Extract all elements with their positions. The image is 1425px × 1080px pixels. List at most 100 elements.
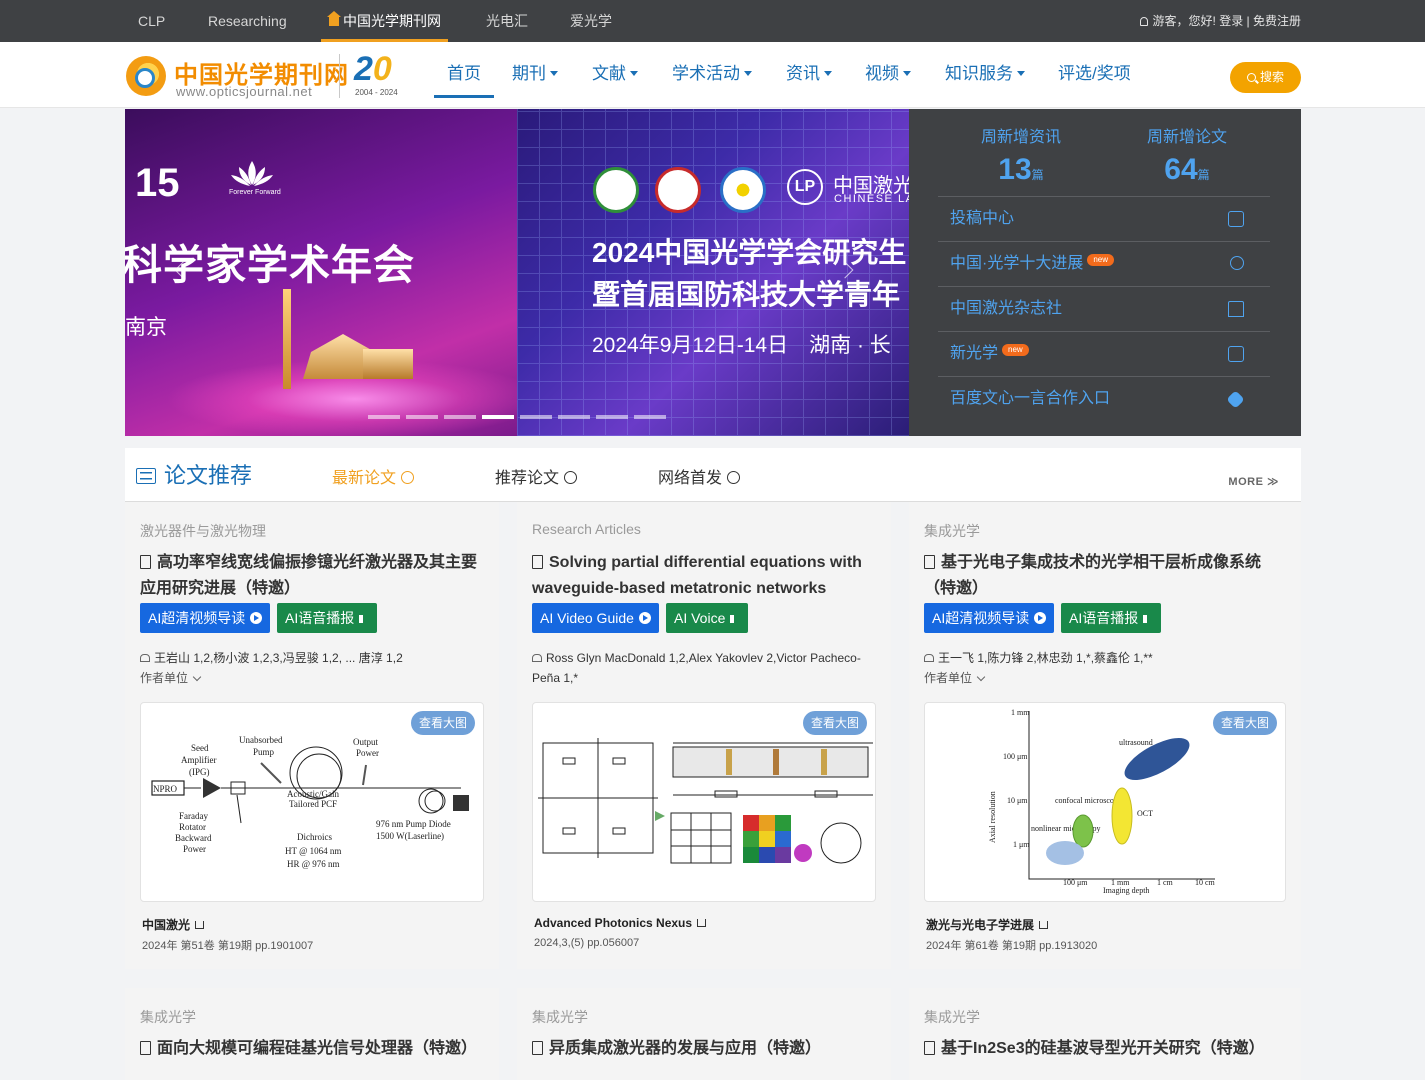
- paper-card[interactable]: 集成光学 基于In2Se3的硅基波导型光开关研究（特邀）: [909, 988, 1301, 1080]
- journal-name[interactable]: 激光与光电子学进展: [926, 916, 1049, 933]
- carousel-dot[interactable]: [634, 415, 666, 419]
- view-large-image-button[interactable]: 查看大图: [802, 711, 867, 735]
- bookmark-icon[interactable]: [924, 1041, 935, 1055]
- topbar-link-opticsjournal[interactable]: 中国光学期刊网: [327, 0, 441, 42]
- tab-online-first[interactable]: 网络首发: [658, 464, 741, 488]
- paper-card[interactable]: 集成光学 异质集成激光器的发展与应用（特邀）: [517, 988, 891, 1080]
- slide-date-location: 2024年9月12日-14日 湖南 · 长: [592, 334, 891, 357]
- topbar-link-clp[interactable]: CLP: [138, 0, 165, 42]
- carousel-dot[interactable]: [596, 415, 628, 419]
- site-logo[interactable]: 中国光学期刊网 www.opticsjournal.net 20 2004 - …: [126, 50, 416, 100]
- paper-figure[interactable]: Seed Amplifier (IPG) Unabsorbed Pump Out…: [140, 702, 484, 902]
- tab-recommended-papers[interactable]: 推荐论文: [495, 464, 578, 488]
- carousel-dot[interactable]: [444, 415, 476, 419]
- ai-voice-button[interactable]: AI语音播报: [1061, 603, 1162, 633]
- side-link-new-optics[interactable]: 新光学 new: [938, 331, 1270, 376]
- bookmark-icon[interactable]: [924, 555, 935, 569]
- search-button[interactable]: 搜索: [1230, 62, 1301, 93]
- stat-unit: 篇: [1031, 168, 1044, 182]
- author-affiliation-toggle[interactable]: 作者单位: [924, 669, 986, 686]
- journal-name[interactable]: Advanced Photonics Nexus: [534, 916, 707, 930]
- nav-awards[interactable]: 评选/奖项: [1058, 42, 1131, 108]
- side-link-baidu-ernie[interactable]: 百度文心一言合作入口: [938, 376, 1270, 421]
- paper-title-text[interactable]: 异质集成激光器的发展与应用（特邀）: [549, 1040, 821, 1057]
- nav-academic-activities[interactable]: 学术活动: [672, 42, 752, 108]
- view-large-image-button[interactable]: 查看大图: [1212, 711, 1277, 735]
- tab-latest-papers[interactable]: 最新论文: [332, 464, 415, 488]
- paper-title-text[interactable]: Solving partial differential equations w…: [532, 554, 862, 597]
- paper-authors: Ross Glyn MacDonald 1,2,Alex Yakovlev 2,…: [532, 648, 882, 688]
- view-large-image-button[interactable]: 查看大图: [410, 711, 475, 735]
- paper-title[interactable]: Solving partial differential equations w…: [532, 550, 882, 602]
- side-link-chinese-laser-press[interactable]: 中国激光杂志社: [938, 286, 1270, 331]
- carousel-dot-active[interactable]: [482, 415, 514, 419]
- ai-voice-button[interactable]: AI Voice: [666, 603, 749, 633]
- slide-title-line1: 2024中国光学学会研究生: [592, 237, 907, 268]
- fig-label: Seed: [191, 743, 209, 753]
- nav-home[interactable]: 首页: [434, 42, 494, 98]
- nav-label: 视频: [865, 64, 899, 83]
- bookmark-icon[interactable]: [532, 1041, 543, 1055]
- nav-video[interactable]: 视频: [865, 42, 911, 108]
- people-icon: [924, 654, 934, 662]
- paper-title[interactable]: 异质集成激光器的发展与应用（特邀）: [532, 1036, 882, 1062]
- user-login-text[interactable]: 游客，您好! 登录 | 免费注册: [1153, 14, 1301, 28]
- journal-name-text[interactable]: 中国激光: [142, 918, 190, 932]
- carousel-dot[interactable]: [558, 415, 590, 419]
- carousel-dot[interactable]: [368, 415, 400, 419]
- bookmark-icon[interactable]: [140, 555, 151, 569]
- topbar-link-aiguangxue[interactable]: 爱光学: [570, 0, 612, 42]
- side-link-submission[interactable]: 投稿中心: [938, 196, 1270, 241]
- banner-slide-annual-meeting[interactable]: 15 Forever Forward 科学家学术年会 南京: [125, 109, 517, 436]
- play-icon: [638, 612, 651, 624]
- quick-links-panel: 周新增资讯 13篇 周新增论文 64篇 投稿中心 中国·光学十大进展 new 中国…: [909, 109, 1301, 436]
- topbar-link-guangdianhui[interactable]: 光电汇: [486, 0, 528, 42]
- home-icon[interactable]: [697, 919, 707, 927]
- carousel-dot[interactable]: [520, 415, 552, 419]
- paper-title-text[interactable]: 面向大规模可编程硅基光信号处理器（特邀）: [157, 1040, 477, 1057]
- nav-journals[interactable]: 期刊: [512, 42, 558, 108]
- paper-title[interactable]: 基于光电子集成技术的光学相干层析成像系统（特邀）: [924, 550, 1284, 602]
- ai-video-guide-button[interactable]: AI超清视频导读: [140, 603, 271, 633]
- home-icon[interactable]: [1039, 921, 1049, 929]
- paper-card[interactable]: 集成光学 面向大规模可编程硅基光信号处理器（特邀）: [125, 988, 499, 1080]
- bookmark-icon[interactable]: [532, 555, 543, 569]
- nav-knowledge-services[interactable]: 知识服务: [945, 42, 1025, 108]
- banner-carousel[interactable]: 15 Forever Forward 科学家学术年会 南京 LP 中国激光 CH…: [125, 109, 909, 436]
- user-login-area[interactable]: 游客，您好! 登录 | 免费注册: [1139, 0, 1301, 42]
- bookmark-icon[interactable]: [140, 1041, 151, 1055]
- weekly-papers-stat[interactable]: 周新增论文 64篇: [1107, 123, 1267, 187]
- side-link-top-ten-advances[interactable]: 中国·光学十大进展 new: [938, 241, 1270, 286]
- paper-card[interactable]: 激光器件与激光物理 高功率窄线宽线偏振掺镱光纤激光器及其主要应用研究进展（特邀）…: [125, 502, 499, 969]
- paper-card[interactable]: Research Articles Solving partial differ…: [517, 502, 891, 969]
- paper-title[interactable]: 面向大规模可编程硅基光信号处理器（特邀）: [140, 1036, 490, 1062]
- journal-name-text[interactable]: 激光与光电子学进展: [926, 918, 1034, 932]
- paper-title-text[interactable]: 高功率窄线宽线偏振掺镱光纤激光器及其主要应用研究进展（特邀）: [140, 554, 477, 597]
- more-link[interactable]: MORE ≫: [1228, 475, 1279, 488]
- paper-category: 集成光学: [140, 1009, 196, 1025]
- paper-figure[interactable]: 查看大图: [532, 702, 876, 902]
- list-icon: [136, 468, 156, 484]
- journal-name[interactable]: 中国激光: [142, 916, 205, 933]
- fig-label: Backward: [175, 833, 212, 843]
- paper-card[interactable]: 集成光学 基于光电子集成技术的光学相干层析成像系统（特邀） AI超清视频导读 A…: [909, 502, 1301, 969]
- weekly-news-stat[interactable]: 周新增资讯 13篇: [941, 123, 1101, 187]
- paper-title-text[interactable]: 基于In2Se3的硅基波导型光开关研究（特邀）: [941, 1040, 1265, 1057]
- journal-name-text[interactable]: Advanced Photonics Nexus: [534, 916, 692, 930]
- y-tick: 1 μm: [1013, 840, 1030, 849]
- nav-literature[interactable]: 文献: [592, 42, 638, 108]
- home-icon[interactable]: [195, 921, 205, 929]
- paper-title[interactable]: 高功率窄线宽线偏振掺镱光纤激光器及其主要应用研究进展（特邀）: [140, 550, 490, 602]
- nav-news[interactable]: 资讯: [786, 42, 832, 108]
- paper-title[interactable]: 基于In2Se3的硅基波导型光开关研究（特邀）: [924, 1036, 1274, 1062]
- ai-voice-button[interactable]: AI语音播报: [277, 603, 378, 633]
- carousel-dot[interactable]: [406, 415, 438, 419]
- paper-title-text[interactable]: 基于光电子集成技术的光学相干层析成像系统（特邀）: [924, 554, 1261, 597]
- topbar-link-researching[interactable]: Researching: [208, 0, 287, 42]
- section-title: 论文推荐: [136, 458, 252, 490]
- ai-video-guide-button[interactable]: AI超清视频导读: [924, 603, 1055, 633]
- banner-slide-graduate-forum[interactable]: LP 中国激光 CHINESE LA 2024中国光学学会研究生 暨首届国防科技…: [517, 109, 909, 436]
- ai-video-guide-button[interactable]: AI Video Guide: [532, 603, 659, 633]
- paper-figure[interactable]: Axial resolution Imaging depth 1 mm 100 …: [924, 702, 1286, 902]
- author-affiliation-toggle[interactable]: 作者单位: [140, 669, 202, 686]
